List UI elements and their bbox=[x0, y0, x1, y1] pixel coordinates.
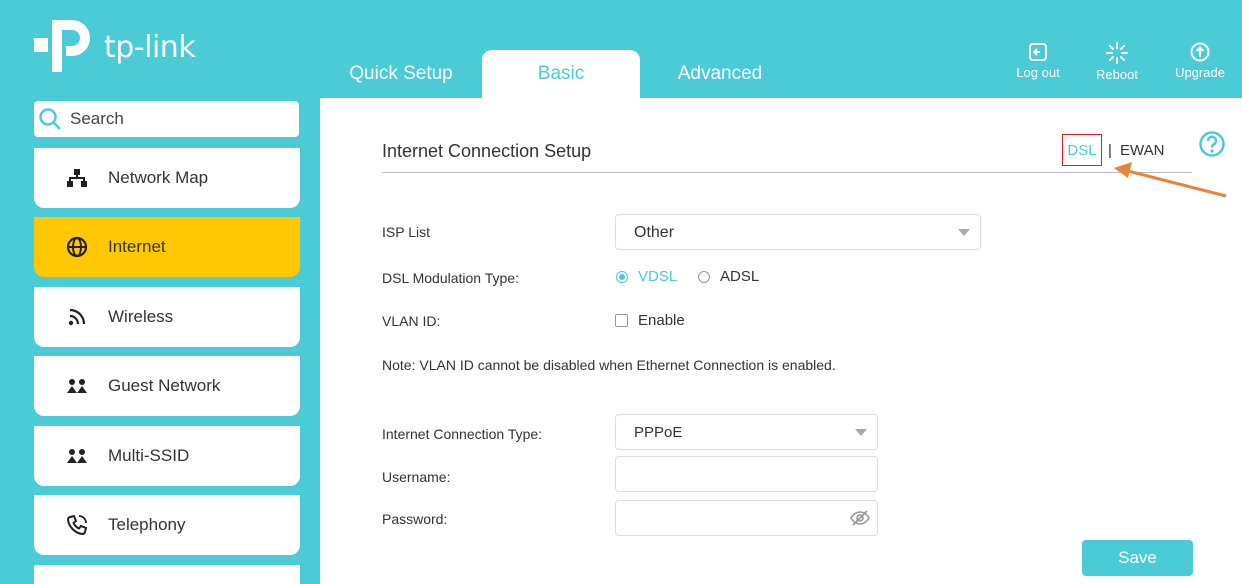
chevron-down-icon bbox=[855, 429, 867, 436]
search-input[interactable] bbox=[68, 108, 272, 130]
checkbox-icon bbox=[615, 314, 628, 327]
toggle-password-visibility[interactable] bbox=[850, 510, 870, 531]
password-field[interactable] bbox=[615, 500, 878, 536]
upgrade-icon bbox=[1190, 42, 1210, 62]
tab-basic[interactable]: Basic bbox=[482, 50, 640, 98]
sidebar-item-label: Telephony bbox=[108, 515, 186, 534]
radio-adsl[interactable]: ADSL bbox=[698, 268, 759, 285]
network-map-icon bbox=[66, 167, 88, 189]
sidebar-item-wireless[interactable]: Wireless bbox=[34, 287, 300, 347]
logo-mark-icon bbox=[34, 20, 90, 72]
username-label: Username: bbox=[382, 469, 451, 485]
sidebar-item-partial[interactable] bbox=[34, 565, 300, 584]
eye-slash-icon bbox=[850, 510, 870, 526]
help-icon bbox=[1199, 131, 1225, 157]
vlan-id-label: VLAN ID: bbox=[382, 313, 441, 329]
radio-selected-icon bbox=[616, 270, 628, 283]
reboot-button[interactable]: Reboot bbox=[1087, 42, 1147, 82]
logout-label: Log out bbox=[1016, 65, 1060, 80]
sidebar-search[interactable] bbox=[34, 101, 299, 137]
radio-vdsl-label: VDSL bbox=[638, 268, 678, 285]
isp-list-value: Other bbox=[634, 224, 675, 241]
search-icon bbox=[39, 108, 61, 130]
annotation-arrow-icon bbox=[1114, 162, 1227, 198]
section-title: Internet Connection Setup bbox=[382, 141, 592, 161]
tp-link-logo: tp-link bbox=[34, 16, 224, 76]
logout-button[interactable]: Log out bbox=[1008, 42, 1068, 80]
mode-separator: | bbox=[1108, 142, 1112, 159]
sidebar-item-label: Multi-SSID bbox=[108, 446, 190, 465]
sidebar-item-internet[interactable]: Internet bbox=[34, 217, 300, 277]
dsl-modulation-label: DSL Modulation Type: bbox=[382, 270, 519, 286]
sidebar-item-guest-network[interactable]: Guest Network bbox=[34, 356, 300, 416]
sidebar-item-label: Internet bbox=[108, 237, 166, 256]
upgrade-button[interactable]: Upgrade bbox=[1170, 42, 1230, 80]
password-label: Password: bbox=[382, 511, 448, 527]
radio-vdsl[interactable]: VDSL bbox=[616, 268, 677, 285]
telephony-icon bbox=[66, 514, 88, 536]
mode-dsl-link[interactable]: DSL bbox=[1062, 134, 1102, 166]
section-divider bbox=[382, 172, 1192, 173]
vlan-enable-checkbox[interactable]: Enable bbox=[615, 312, 685, 329]
sidebar-item-label: Guest Network bbox=[108, 376, 221, 395]
isp-list-select[interactable]: Other bbox=[615, 214, 981, 250]
globe-icon bbox=[66, 236, 88, 258]
vlan-enable-label: Enable bbox=[638, 312, 685, 329]
multi-ssid-icon bbox=[66, 445, 88, 467]
isp-list-label: ISP List bbox=[382, 224, 430, 240]
reboot-label: Reboot bbox=[1096, 67, 1138, 82]
tab-advanced[interactable]: Advanced bbox=[640, 50, 800, 98]
sidebar-item-telephony[interactable]: Telephony bbox=[34, 495, 300, 555]
tab-quick-setup[interactable]: Quick Setup bbox=[326, 50, 476, 98]
vlan-note: Note: VLAN ID cannot be disabled when Et… bbox=[382, 357, 836, 373]
radio-adsl-label: ADSL bbox=[720, 268, 760, 285]
logo-text: tp-link bbox=[104, 30, 196, 65]
router-admin-page: tp-link Quick Setup Basic Advanced Log o… bbox=[0, 0, 1242, 584]
upgrade-label: Upgrade bbox=[1175, 65, 1225, 80]
reboot-icon bbox=[1106, 42, 1128, 64]
sidebar-item-network-map[interactable]: Network Map bbox=[34, 148, 300, 208]
sidebar-item-label: Network Map bbox=[108, 168, 209, 187]
chevron-down-icon bbox=[958, 229, 970, 236]
connection-type-label: Internet Connection Type: bbox=[382, 426, 543, 442]
connection-type-value: PPPoE bbox=[634, 424, 683, 441]
sidebar-item-multi-ssid[interactable]: Multi-SSID bbox=[34, 426, 300, 486]
guest-network-icon bbox=[66, 375, 88, 397]
wireless-icon bbox=[66, 306, 88, 328]
help-button[interactable] bbox=[1198, 130, 1226, 163]
mode-ewan-link[interactable]: EWAN bbox=[1120, 142, 1164, 159]
sidebar-item-label: Wireless bbox=[108, 307, 174, 326]
username-field[interactable] bbox=[615, 456, 878, 492]
connection-type-select[interactable]: PPPoE bbox=[615, 414, 878, 450]
logout-icon bbox=[1029, 43, 1047, 61]
save-button[interactable]: Save bbox=[1082, 540, 1193, 576]
radio-unselected-icon bbox=[698, 270, 710, 283]
